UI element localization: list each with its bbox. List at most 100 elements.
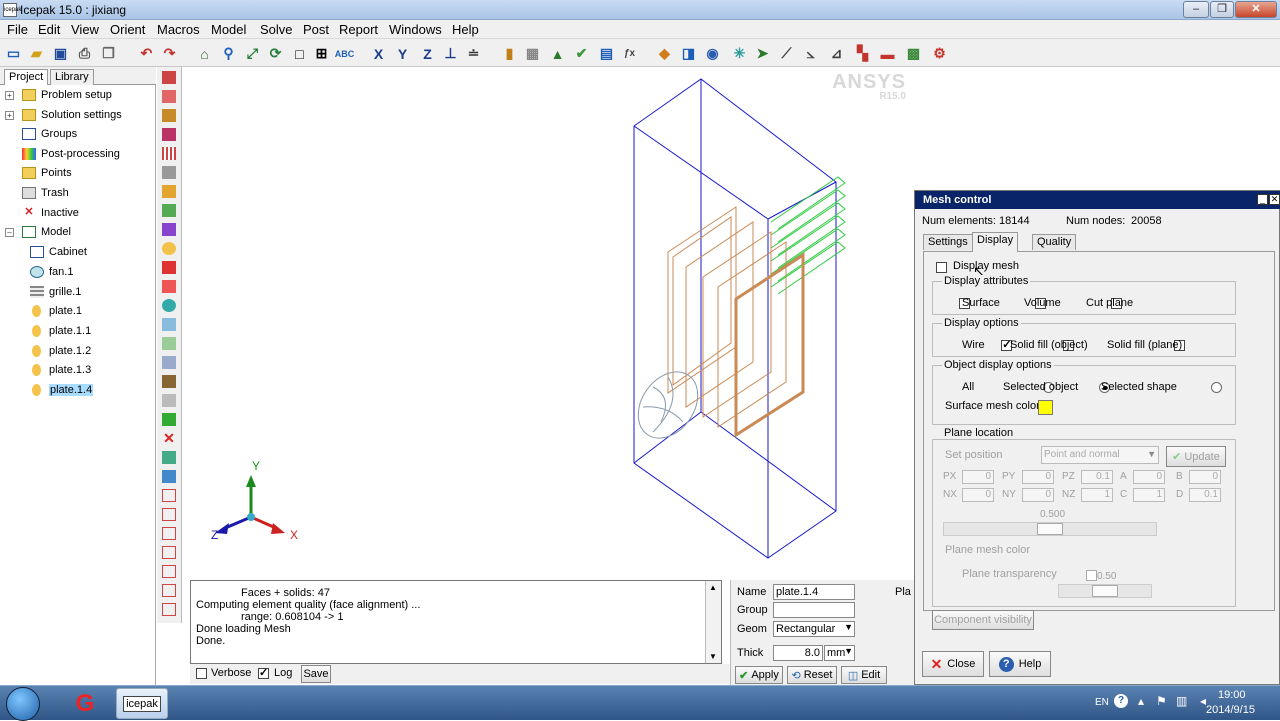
delete-icon[interactable]: ✕ bbox=[162, 431, 176, 445]
grille-tool-icon[interactable] bbox=[162, 166, 176, 179]
clock-time[interactable]: 19:00 bbox=[1218, 689, 1246, 701]
box-icon[interactable]: □ bbox=[290, 44, 309, 63]
results-icon[interactable]: ▚ bbox=[853, 44, 872, 63]
zoom-icon[interactable]: ⚲ bbox=[219, 44, 238, 63]
transparency-slider-thumb[interactable] bbox=[1092, 585, 1118, 597]
cube-icon[interactable]: ◆ bbox=[655, 44, 674, 63]
update-button[interactable]: ✔ Update bbox=[1166, 446, 1226, 467]
move-icon[interactable] bbox=[162, 451, 176, 464]
copy-icon[interactable]: ❐ bbox=[99, 44, 118, 63]
set-position-select[interactable]: Point and normal ▼ bbox=[1041, 446, 1159, 464]
start-button[interactable] bbox=[6, 687, 40, 721]
flag-icon[interactable]: ⚑ bbox=[1156, 694, 1167, 708]
help-tray-icon[interactable]: ? bbox=[1114, 694, 1128, 708]
tree-plate-1-3[interactable]: plate.1.3 bbox=[30, 361, 91, 379]
save-log-button[interactable]: Save bbox=[301, 665, 331, 683]
c-field[interactable]: 1 bbox=[1133, 488, 1165, 502]
transient-plot-icon[interactable]: ⦣ bbox=[801, 44, 820, 63]
expand-solution-settings[interactable]: + bbox=[5, 111, 14, 120]
calculator-icon[interactable]: ▤ bbox=[597, 44, 616, 63]
geom-select[interactable]: Rectangular ▼ bbox=[773, 621, 855, 637]
heat-sink-icon[interactable] bbox=[162, 147, 176, 160]
surface-mesh-color-swatch[interactable] bbox=[1038, 400, 1053, 415]
tree-cabinet[interactable]: Cabinet bbox=[30, 243, 87, 261]
enclosure-icon[interactable] bbox=[162, 356, 176, 369]
match-faces-icon[interactable] bbox=[162, 546, 176, 559]
graph-icon[interactable]: ⊿ bbox=[827, 44, 846, 63]
undo-icon[interactable]: ↶ bbox=[137, 44, 156, 63]
minimize-button[interactable]: – bbox=[1183, 1, 1209, 18]
align-icon[interactable]: ≐ bbox=[464, 44, 483, 63]
reset-button[interactable]: ⟲ Reset bbox=[787, 666, 837, 684]
pcb-icon[interactable] bbox=[162, 337, 176, 350]
align-edges-icon[interactable] bbox=[162, 508, 176, 521]
align-faces-icon[interactable] bbox=[162, 489, 176, 502]
scroll-down-icon[interactable]: ▼ bbox=[709, 652, 717, 661]
menu-macros[interactable]: Macros bbox=[157, 22, 200, 37]
save-icon[interactable]: ▣ bbox=[51, 44, 70, 63]
log-scrollbar[interactable]: ▲ ▼ bbox=[705, 581, 721, 663]
tree-fan[interactable]: fan.1 bbox=[30, 263, 73, 281]
resistance-icon[interactable] bbox=[162, 223, 176, 236]
apply-button[interactable]: ✔ Apply bbox=[735, 666, 783, 684]
taskbar-app-icon[interactable]: G bbox=[62, 690, 108, 718]
pointer-icon[interactable]: ➤ bbox=[753, 44, 772, 63]
abc-icon[interactable]: ABC bbox=[335, 44, 355, 63]
summary-icon[interactable]: ▩ bbox=[904, 44, 923, 63]
match-edges-icon[interactable] bbox=[162, 565, 176, 578]
tree-groups[interactable]: Groups bbox=[22, 125, 77, 143]
network-tray-icon[interactable]: ▥ bbox=[1176, 694, 1187, 708]
message-log[interactable]: Faces + solids: 47 Computing element qua… bbox=[190, 580, 722, 664]
component-visibility-button[interactable]: Component visibility bbox=[932, 610, 1034, 630]
opening-icon[interactable] bbox=[162, 185, 176, 198]
tree-plate-1-1[interactable]: plate.1.1 bbox=[30, 322, 91, 340]
menu-post[interactable]: Post bbox=[303, 22, 329, 37]
grid-icon[interactable]: ⊞ bbox=[312, 44, 331, 63]
source-icon[interactable] bbox=[162, 280, 176, 293]
block-icon[interactable] bbox=[162, 71, 176, 84]
edit-object-icon[interactable] bbox=[162, 413, 176, 426]
tab-quality[interactable]: Quality bbox=[1032, 234, 1077, 250]
pz-field[interactable]: 0.1 bbox=[1081, 470, 1113, 484]
rotate-icon[interactable]: ⟳ bbox=[266, 44, 285, 63]
thick-unit-select[interactable]: mm ▼ bbox=[824, 645, 855, 661]
menu-file[interactable]: File bbox=[7, 22, 28, 37]
settings-icon[interactable]: ⚙ bbox=[930, 44, 949, 63]
edit-button[interactable]: ◫ Edit bbox=[841, 666, 887, 684]
clock-date[interactable]: 2014/9/15 bbox=[1206, 704, 1255, 716]
plate-tool-icon[interactable] bbox=[162, 242, 176, 255]
nz-field[interactable]: 1 bbox=[1081, 488, 1113, 502]
zoom-fit-icon[interactable]: ⤢ bbox=[243, 44, 262, 63]
plane-transparency-checkbox[interactable] bbox=[1085, 569, 1097, 581]
center-icon[interactable] bbox=[162, 584, 176, 597]
px-field[interactable]: 0 bbox=[962, 470, 994, 484]
check-icon[interactable]: ✔ bbox=[572, 44, 591, 63]
menu-windows[interactable]: Windows bbox=[389, 22, 442, 37]
view-y-icon[interactable]: Y bbox=[393, 44, 412, 63]
nx-field[interactable]: 0 bbox=[962, 488, 994, 502]
package-icon[interactable] bbox=[162, 375, 176, 388]
name-field[interactable]: plate.1.4 bbox=[773, 584, 855, 600]
log-checkbox[interactable] bbox=[258, 666, 269, 679]
plane-slider[interactable] bbox=[943, 522, 1157, 536]
mesh-icon[interactable]: ▦ bbox=[523, 44, 542, 63]
tree-plate-1-4[interactable]: plate.1.4 bbox=[30, 381, 94, 399]
py-field[interactable]: 0 bbox=[1022, 470, 1054, 484]
tree-post-processing[interactable]: Post-processing bbox=[22, 145, 120, 163]
assembly-icon[interactable] bbox=[162, 128, 176, 141]
d-field[interactable]: 0.1 bbox=[1189, 488, 1221, 502]
tree-solution-settings[interactable]: Solution settings bbox=[22, 106, 122, 124]
globe-icon[interactable]: ◉ bbox=[703, 44, 722, 63]
taskbar-icepak[interactable]: icepak bbox=[116, 688, 168, 719]
tree-inactive[interactable]: ✕ Inactive bbox=[22, 204, 79, 222]
close-window-button[interactable]: ✕ bbox=[1235, 1, 1277, 18]
vent-icon[interactable] bbox=[162, 204, 176, 217]
tree-grille[interactable]: grille.1 bbox=[30, 283, 81, 301]
help-button[interactable]: ? Help bbox=[989, 651, 1051, 677]
blower-icon[interactable] bbox=[162, 318, 176, 331]
close-button[interactable]: ✕ Close bbox=[922, 651, 984, 677]
expand-problem-setup[interactable]: + bbox=[5, 91, 14, 100]
scroll-up-icon[interactable]: ▲ bbox=[709, 583, 717, 592]
new-icon[interactable]: ▭ bbox=[4, 44, 23, 63]
network-icon[interactable] bbox=[162, 394, 176, 407]
